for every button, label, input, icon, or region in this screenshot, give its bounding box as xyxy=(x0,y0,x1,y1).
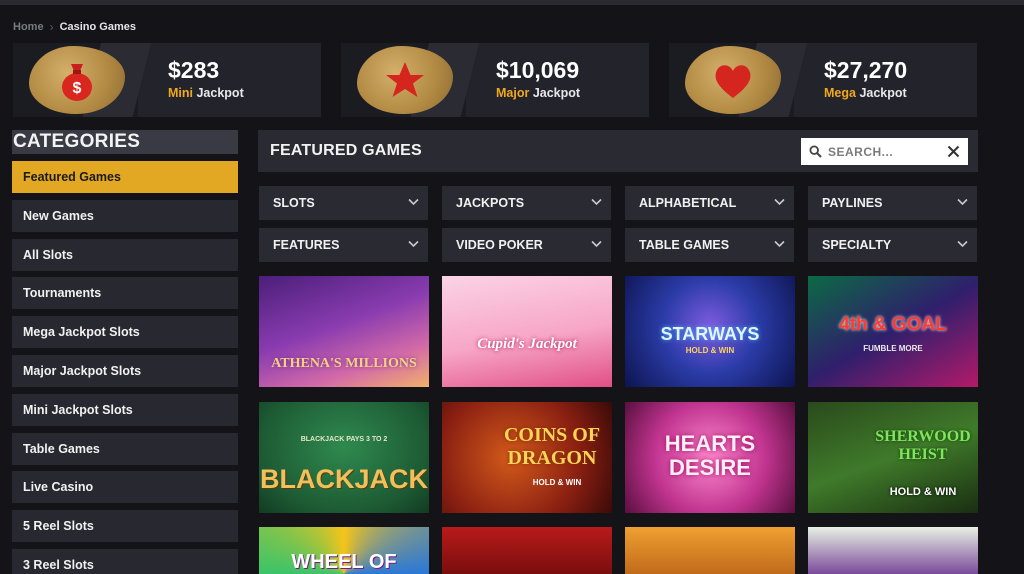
sidebar-item-table-games[interactable]: Table Games xyxy=(12,432,238,465)
search-input[interactable] xyxy=(828,142,938,161)
jackpot-amount: $283 xyxy=(168,57,220,83)
filter-table-games[interactable]: TABLE GAMES xyxy=(625,228,794,262)
jackpot-amount: $27,270 xyxy=(824,57,908,83)
chevron-down-icon xyxy=(591,240,602,248)
game-tile-blackjack[interactable]: BLACKJACK PAYS 3 TO 2 BLACKJACK xyxy=(259,402,429,513)
chevron-down-icon xyxy=(957,198,968,206)
game-title: ATHENA'S MILLIONS xyxy=(271,356,417,371)
jackpot-label: Mega Jackpot xyxy=(824,86,907,100)
jackpot-label: Mini Jackpot xyxy=(168,86,244,100)
filter-alphabetical[interactable]: ALPHABETICAL xyxy=(625,186,794,220)
chevron-down-icon xyxy=(774,198,785,206)
game-title: HEARTS DESIRE xyxy=(664,431,756,480)
filter-video-poker[interactable]: VIDEO POKER xyxy=(442,228,611,262)
jackpot-card-mega: $27,270 Mega Jackpot xyxy=(669,43,977,117)
game-subtitle: HOLD & WIN xyxy=(685,346,735,355)
categories-title: CATEGORIES xyxy=(12,130,238,154)
featured-games-title: FEATURED GAMES xyxy=(270,142,422,159)
chevron-down-icon xyxy=(408,198,419,206)
jackpot-card-major: $10,069 Major Jackpot xyxy=(341,43,649,117)
sidebar-item-all-slots[interactable]: All Slots xyxy=(12,238,238,271)
game-tile[interactable] xyxy=(442,527,612,574)
heart-icon xyxy=(715,65,751,98)
sidebar-item-featured-games[interactable]: Featured Games xyxy=(12,161,238,193)
jackpot-amount: $10,069 xyxy=(496,57,580,83)
breadcrumb-current: Casino Games xyxy=(59,21,136,33)
filter-specialty[interactable]: SPECIALTY xyxy=(808,228,977,262)
breadcrumb-home-link[interactable]: Home xyxy=(13,21,44,33)
top-border xyxy=(0,0,1024,5)
game-title: BLACKJACK xyxy=(260,464,428,494)
sidebar-item-major-jackpot-slots[interactable]: Major Jackpot Slots xyxy=(12,354,238,387)
game-tile-hearts-desire[interactable]: HEARTS DESIRE xyxy=(625,402,795,513)
breadcrumb: Home › Casino Games xyxy=(13,20,136,34)
game-tile-cupids-jackpot[interactable]: Cupid's Jackpot xyxy=(442,276,612,387)
game-tile-coins-of-dragon[interactable]: COINS OF DRAGON HOLD & WIN xyxy=(442,402,612,513)
jackpot-card-mini: $ $283 Mini Jackpot xyxy=(13,43,321,117)
game-title: WHEEL OF xyxy=(291,551,397,573)
chevron-down-icon xyxy=(774,240,785,248)
search-box xyxy=(801,138,968,165)
star-icon xyxy=(386,62,424,97)
filter-slots[interactable]: SLOTS xyxy=(259,186,428,220)
chevron-right-icon: › xyxy=(49,20,54,34)
sidebar-item-mini-jackpot-slots[interactable]: Mini Jackpot Slots xyxy=(12,393,238,426)
categories-sidebar: CATEGORIES Featured Games New Games All … xyxy=(12,130,238,574)
svg-text:$: $ xyxy=(73,80,82,97)
game-subtitle: FUMBLE MORE xyxy=(863,344,923,353)
sidebar-item-live-casino[interactable]: Live Casino xyxy=(12,471,238,504)
game-title: 4th & GOAL xyxy=(839,314,947,335)
game-subtitle: HOLD & WIN xyxy=(532,478,582,487)
game-tile[interactable] xyxy=(625,527,795,574)
chevron-down-icon xyxy=(408,240,419,248)
game-title: SHERWOOD HEIST xyxy=(875,428,971,463)
game-subtitle: BLACKJACK PAYS 3 TO 2 xyxy=(300,436,388,443)
game-tile-4th-and-goal[interactable]: 4th & GOAL FUMBLE MORE xyxy=(808,276,978,387)
filter-paylines[interactable]: PAYLINES xyxy=(808,186,977,220)
sidebar-item-3-reel-slots[interactable]: 3 Reel Slots xyxy=(12,548,238,574)
chevron-down-icon xyxy=(957,240,968,248)
close-icon[interactable] xyxy=(947,145,960,158)
money-bag-icon: $ xyxy=(62,64,92,101)
sidebar-item-tournaments[interactable]: Tournaments xyxy=(12,277,238,310)
game-title: Cupid's Jackpot xyxy=(477,336,577,352)
sidebar-item-5-reel-slots[interactable]: 5 Reel Slots xyxy=(12,510,238,543)
game-subtitle: HOLD & WIN xyxy=(889,486,957,498)
game-tile[interactable] xyxy=(808,527,978,574)
game-title: STARWAYS xyxy=(660,324,760,344)
game-tile-sherwood-heist[interactable]: SHERWOOD HEIST HOLD & WIN xyxy=(808,402,978,513)
game-tile-wheel-of[interactable]: WHEEL OF xyxy=(259,527,429,574)
filter-features[interactable]: FEATURES xyxy=(259,228,428,262)
search-icon xyxy=(809,145,822,158)
sidebar-item-mega-jackpot-slots[interactable]: Mega Jackpot Slots xyxy=(12,316,238,349)
featured-games-header: FEATURED GAMES xyxy=(258,130,978,172)
chevron-down-icon xyxy=(591,198,602,206)
filter-jackpots[interactable]: JACKPOTS xyxy=(442,186,611,220)
game-title: COINS OF DRAGON xyxy=(503,424,601,469)
game-tile-starways[interactable]: STARWAYS HOLD & WIN xyxy=(625,276,795,387)
sidebar-item-new-games[interactable]: New Games xyxy=(12,199,238,232)
jackpot-label: Major Jackpot xyxy=(496,86,581,100)
game-tile-athenas-millions[interactable]: ATHENA'S MILLIONS xyxy=(259,276,429,387)
